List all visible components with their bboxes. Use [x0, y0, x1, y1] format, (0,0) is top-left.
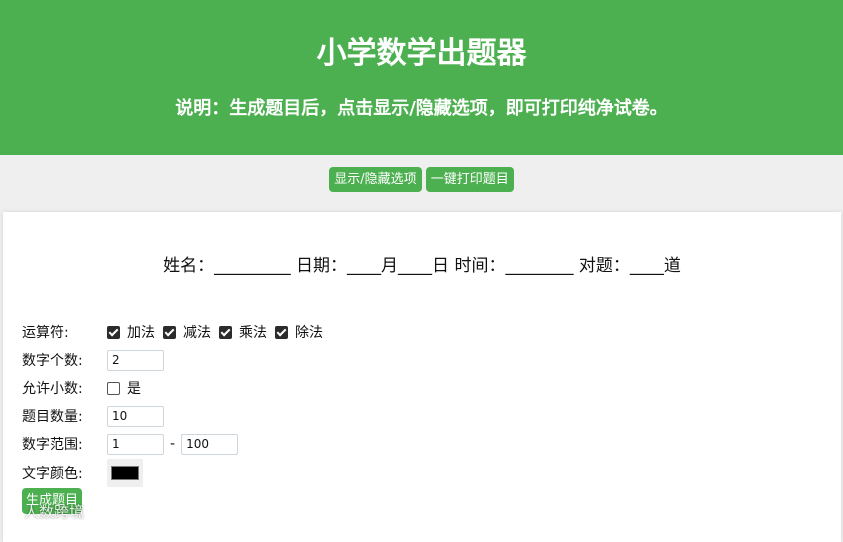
app-header: 小学数学出题器 说明：生成题目后，点击显示/隐藏选项，即可打印纯净试卷。: [0, 0, 843, 155]
operator-add-label: 加法: [127, 325, 155, 341]
allow-decimal-option-label: 是: [127, 381, 141, 397]
color-swatch: [111, 466, 139, 480]
operators-label: 运算符:: [22, 325, 69, 341]
number-range-row: 数字范围: 1 - 100: [22, 430, 331, 458]
range-max-input[interactable]: 100: [181, 433, 239, 455]
checkbox-icon: [219, 325, 232, 339]
question-count-label: 题目数量:: [22, 409, 83, 425]
range-separator: -: [170, 436, 176, 452]
checkbox-icon: [107, 381, 120, 395]
question-count-input[interactable]: 10: [107, 405, 164, 427]
checkbox-icon: [107, 325, 120, 339]
checkbox-icon: [163, 325, 176, 339]
text-color-label: 文字颜色:: [22, 466, 83, 482]
number-count-input[interactable]: 2: [107, 349, 164, 371]
worksheet-panel: 姓名：_________ 日期：____月____日 时间：________ 对…: [3, 212, 841, 542]
print-button[interactable]: 一键打印题目: [425, 167, 514, 192]
allow-decimal-label: 允许小数:: [22, 381, 83, 397]
operator-multiply-label: 乘法: [239, 325, 267, 341]
options-form: 运算符: 加法 减法 乘法 除法 数字个数: 2 允许小数: 是 题目数量: 1…: [22, 318, 331, 488]
toggle-options-button[interactable]: 显示/隐藏选项: [329, 167, 422, 192]
operator-divide-checkbox[interactable]: 除法: [275, 322, 323, 342]
operator-divide-label: 除法: [295, 325, 323, 341]
operator-add-checkbox[interactable]: 加法: [107, 322, 155, 342]
range-min-input[interactable]: 1: [107, 433, 164, 455]
text-color-picker[interactable]: [107, 459, 143, 487]
operator-subtract-checkbox[interactable]: 减法: [163, 322, 211, 342]
number-range-label: 数字范围:: [22, 437, 83, 453]
text-color-row: 文字颜色:: [22, 458, 331, 488]
allow-decimal-checkbox[interactable]: 是: [107, 378, 141, 398]
page-subtitle: 说明：生成题目后，点击显示/隐藏选项，即可打印纯净试卷。: [175, 98, 668, 119]
watermark-logo-icon: [6, 504, 20, 519]
number-count-row: 数字个数: 2: [22, 346, 331, 374]
operators-row: 运算符: 加法 减法 乘法 除法: [22, 318, 331, 346]
watermark: 人数跨境: [6, 501, 84, 522]
checkbox-icon: [275, 325, 288, 339]
allow-decimal-row: 允许小数: 是: [22, 374, 331, 402]
operator-multiply-checkbox[interactable]: 乘法: [219, 322, 267, 342]
operator-subtract-label: 减法: [183, 325, 211, 341]
student-info-line: 姓名：_________ 日期：____月____日 时间：________ 对…: [163, 256, 681, 276]
watermark-text: 人数跨境: [24, 503, 85, 521]
number-count-label: 数字个数:: [22, 353, 83, 369]
toolbar: 显示/隐藏选项 一键打印题目: [0, 155, 843, 212]
question-count-row: 题目数量: 10: [22, 402, 331, 430]
page-title: 小学数学出题器: [316, 36, 527, 71]
